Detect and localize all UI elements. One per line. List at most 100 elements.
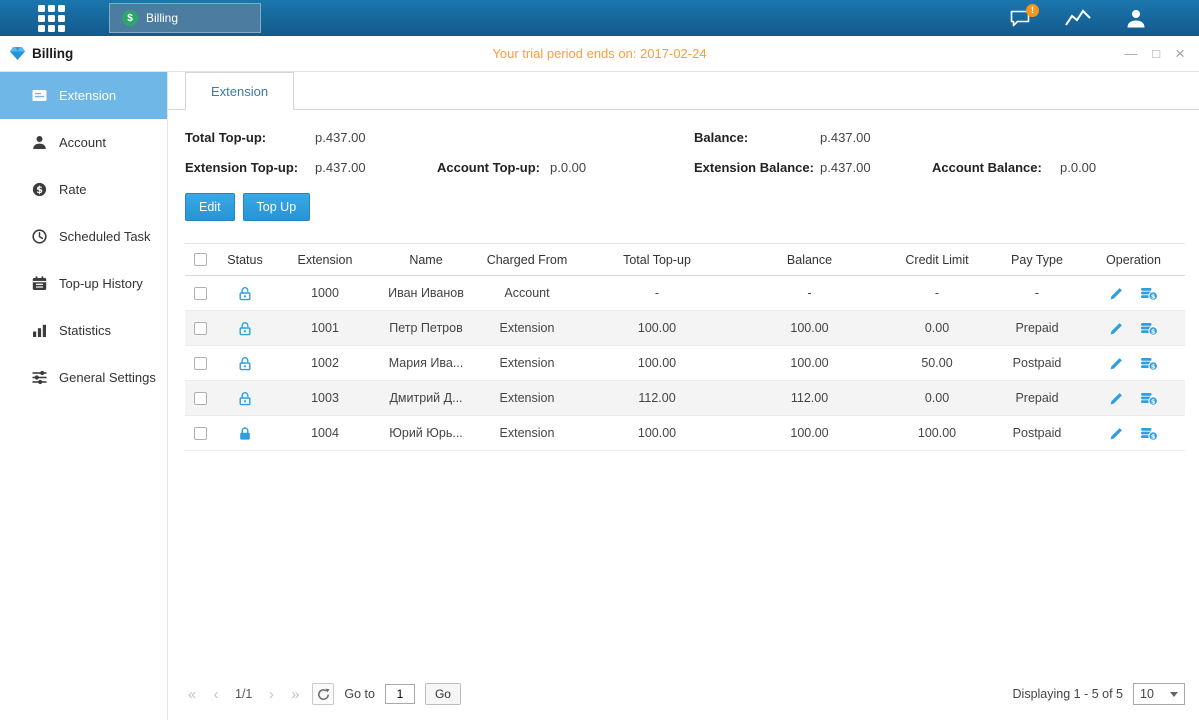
- clock-icon: [31, 228, 48, 245]
- col-header-total-topup: Total Top-up: [577, 244, 737, 275]
- top-up-row-icon[interactable]: $: [1140, 286, 1158, 301]
- next-page-button[interactable]: ›: [264, 686, 278, 703]
- sidebar-item-label: Statistics: [59, 323, 111, 338]
- top-up-button[interactable]: Top Up: [243, 193, 311, 221]
- col-header-credit-limit: Credit Limit: [882, 244, 992, 275]
- apps-grid-icon: [38, 5, 65, 32]
- sidebar-item-general-settings[interactable]: General Settings: [0, 354, 167, 401]
- edit-row-icon[interactable]: [1109, 426, 1124, 441]
- sidebar-item-extension[interactable]: Extension: [0, 72, 167, 119]
- sidebar-item-scheduled-task[interactable]: Scheduled Task: [0, 213, 167, 260]
- goto-label: Go to: [344, 687, 375, 701]
- user-icon: [1125, 8, 1147, 28]
- tab-strip: Extension: [168, 72, 1199, 110]
- sliders-icon: [31, 369, 48, 386]
- notifications-button[interactable]: !: [1009, 9, 1031, 28]
- sidebar-item-account[interactable]: Account: [0, 119, 167, 166]
- summary-label: Balance:: [694, 130, 820, 145]
- cell-balance: 100.00: [737, 346, 882, 380]
- table-row[interactable]: 1004 Юрий Юрь... Extension 100.00 100.00…: [185, 416, 1185, 451]
- chevron-down-icon: [1170, 692, 1178, 697]
- edit-row-icon[interactable]: [1109, 356, 1124, 371]
- status-unlocked-icon: [238, 391, 252, 406]
- sidebar-item-rate[interactable]: $ Rate: [0, 166, 167, 213]
- summary-value: p.437.00: [315, 130, 366, 145]
- goto-input[interactable]: [385, 684, 415, 704]
- col-header-operation: Operation: [1082, 244, 1185, 275]
- refresh-icon: [317, 688, 330, 701]
- taskbar-tab-billing[interactable]: $ Billing: [109, 3, 261, 33]
- cell-pay-type: Postpaid: [992, 346, 1082, 380]
- cell-balance: 100.00: [737, 311, 882, 345]
- summary-extension-topup: Extension Top-up: p.437.00: [185, 160, 437, 175]
- cell-total-topup: 100.00: [577, 416, 737, 450]
- sidebar-item-topup-history[interactable]: Top-up History: [0, 260, 167, 307]
- balance-summary: Total Top-up: p.437.00 Balance: p.437.00…: [185, 130, 1185, 175]
- sidebar-item-label: Extension: [59, 88, 116, 103]
- summary-value: p.437.00: [820, 130, 871, 145]
- first-page-button[interactable]: «: [185, 686, 199, 703]
- trial-notice: Your trial period ends on: 2017-02-24: [0, 46, 1199, 61]
- top-up-row-icon[interactable]: $: [1140, 321, 1158, 336]
- summary-balance: Balance: p.437.00: [694, 130, 932, 145]
- table-row[interactable]: 1000 Иван Иванов Account - - - - $: [185, 276, 1185, 311]
- select-all-checkbox[interactable]: [194, 253, 207, 266]
- table-row[interactable]: 1001 Петр Петров Extension 100.00 100.00…: [185, 311, 1185, 346]
- table-row[interactable]: 1002 Мария Ива... Extension 100.00 100.0…: [185, 346, 1185, 381]
- apps-menu-button[interactable]: [38, 5, 65, 32]
- minimize-button[interactable]: —: [1124, 47, 1137, 60]
- cell-pay-type: Prepaid: [992, 381, 1082, 415]
- resource-monitor-button[interactable]: [1065, 9, 1091, 27]
- user-menu-button[interactable]: [1125, 8, 1147, 28]
- svg-text:$: $: [1151, 362, 1156, 370]
- cell-name: Дмитрий Д...: [375, 381, 477, 415]
- cell-extension: 1000: [275, 276, 375, 310]
- svg-text:$: $: [1151, 292, 1156, 300]
- summary-label: Total Top-up:: [185, 130, 315, 145]
- topbar-right-icons: !: [1009, 8, 1199, 28]
- close-button[interactable]: ×: [1175, 45, 1185, 62]
- pagination-bar: « ‹ 1/1 › » Go to Go Displaying 1 - 5 of…: [185, 674, 1185, 714]
- row-checkbox[interactable]: [194, 357, 207, 370]
- row-checkbox[interactable]: [194, 287, 207, 300]
- row-checkbox[interactable]: [194, 322, 207, 335]
- page-size-select[interactable]: 10: [1133, 683, 1185, 705]
- go-button[interactable]: Go: [425, 683, 461, 705]
- col-header-extension: Extension: [275, 244, 375, 275]
- sidebar-item-statistics[interactable]: Statistics: [0, 307, 167, 354]
- calendar-icon: [31, 275, 48, 292]
- cell-name: Иван Иванов: [375, 276, 477, 310]
- tab-extension[interactable]: Extension: [185, 72, 294, 110]
- cell-charged-from: Extension: [477, 416, 577, 450]
- edit-row-icon[interactable]: [1109, 286, 1124, 301]
- edit-row-icon[interactable]: [1109, 321, 1124, 336]
- status-unlocked-icon: [238, 286, 252, 301]
- cell-credit-limit: -: [882, 276, 992, 310]
- cell-name: Петр Петров: [375, 311, 477, 345]
- prev-page-button[interactable]: ‹: [209, 686, 223, 703]
- cell-balance: 100.00: [737, 416, 882, 450]
- row-checkbox[interactable]: [194, 392, 207, 405]
- row-checkbox[interactable]: [194, 427, 207, 440]
- top-up-row-icon[interactable]: $: [1140, 356, 1158, 371]
- cell-charged-from: Extension: [477, 311, 577, 345]
- cell-balance: 112.00: [737, 381, 882, 415]
- col-header-charged-from: Charged From: [477, 244, 577, 275]
- last-page-button[interactable]: »: [288, 686, 302, 703]
- edit-row-icon[interactable]: [1109, 391, 1124, 406]
- summary-extension-balance: Extension Balance: p.437.00: [694, 160, 932, 175]
- maximize-button[interactable]: □: [1152, 47, 1160, 60]
- col-header-balance: Balance: [737, 244, 882, 275]
- person-icon: [31, 134, 48, 151]
- top-up-row-icon[interactable]: $: [1140, 426, 1158, 441]
- table-row[interactable]: 1003 Дмитрий Д... Extension 112.00 112.0…: [185, 381, 1185, 416]
- notification-badge: !: [1026, 4, 1039, 17]
- cell-name: Юрий Юрь...: [375, 416, 477, 450]
- edit-button[interactable]: Edit: [185, 193, 235, 221]
- summary-label: Account Balance:: [932, 160, 1060, 175]
- sidebar-item-label: Top-up History: [59, 276, 143, 291]
- window-title: Billing: [32, 46, 73, 61]
- refresh-button[interactable]: [312, 683, 334, 705]
- top-up-row-icon[interactable]: $: [1140, 391, 1158, 406]
- summary-label: Extension Balance:: [694, 160, 820, 175]
